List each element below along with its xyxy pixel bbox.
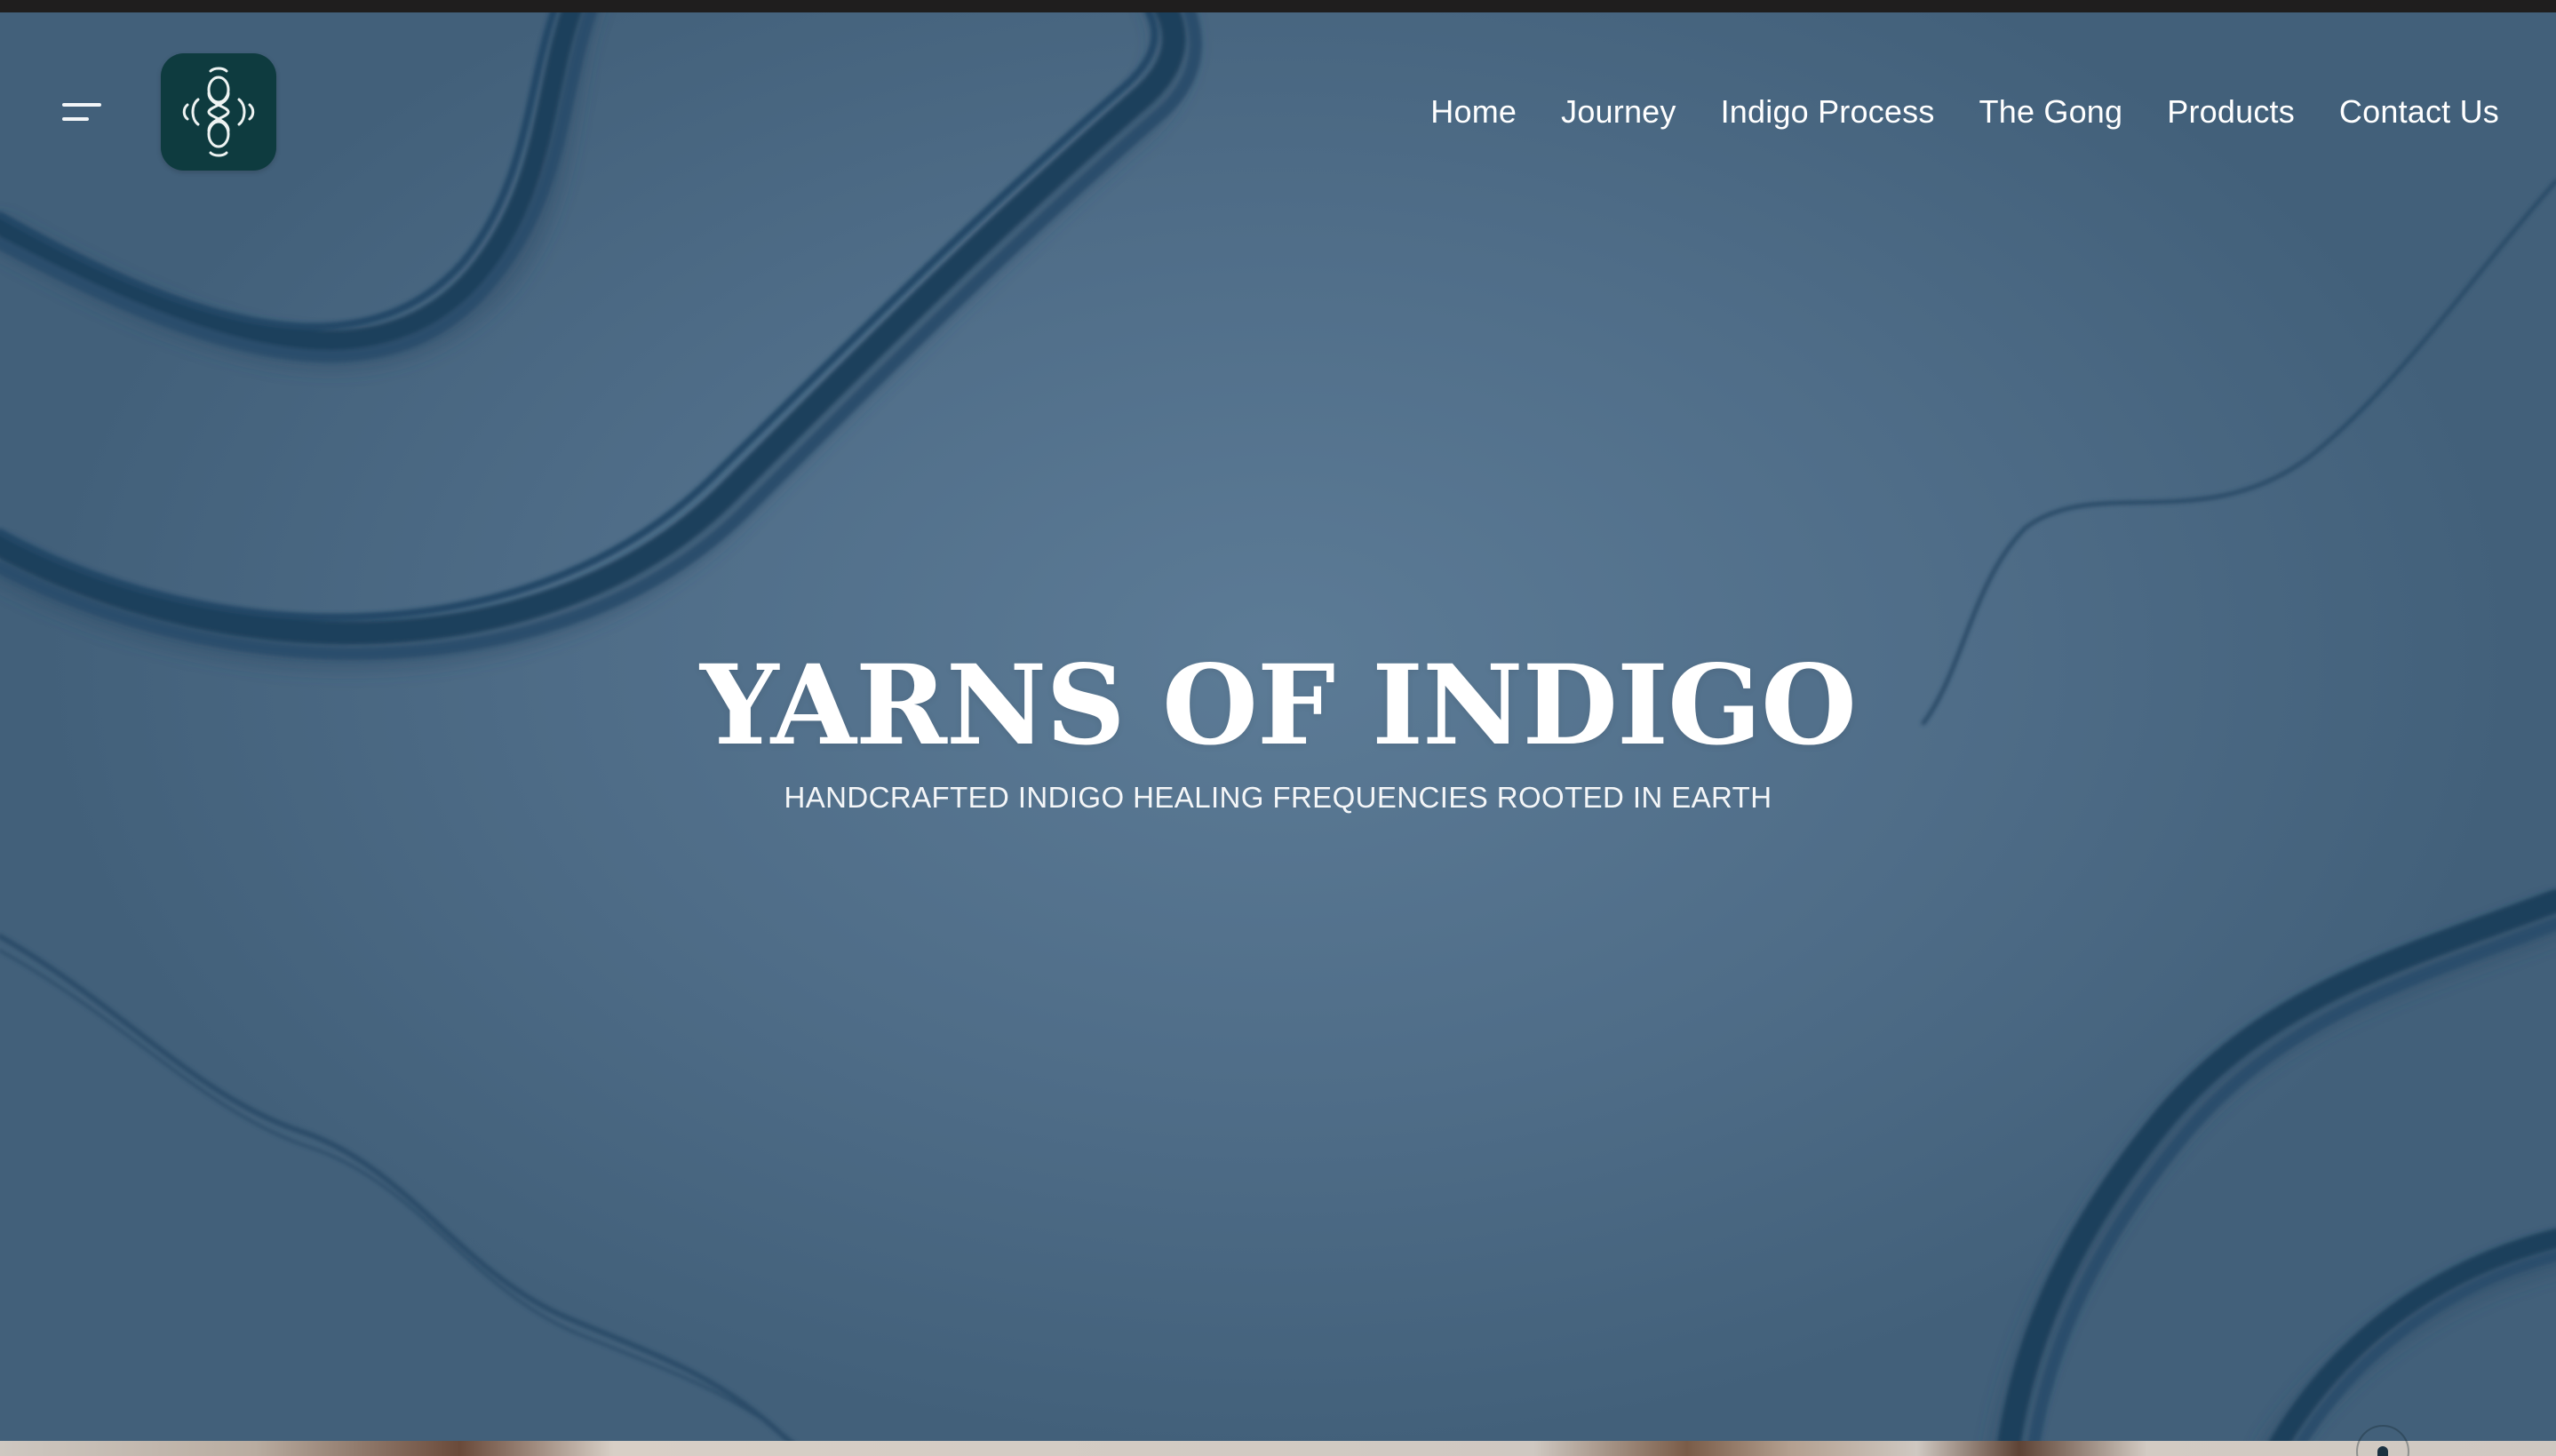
menu-bar-bottom <box>62 117 89 121</box>
scroll-dot <box>2377 1446 2388 1456</box>
hero-title: YARNS OF INDIGO <box>700 641 1857 770</box>
hamburger-menu-icon[interactable] <box>59 98 105 128</box>
page: Home Journey Indigo Process The Gong Pro… <box>0 0 2556 1456</box>
menu-bar-top <box>62 103 101 107</box>
logo-mark-icon <box>182 67 255 157</box>
nav-products[interactable]: Products <box>2167 87 2295 137</box>
nav-home[interactable]: Home <box>1430 87 1517 137</box>
hero-subtitle: HANDCRAFTED INDIGO HEALING FREQUENCIES R… <box>784 781 1772 814</box>
top-strip <box>0 0 2556 12</box>
nav-the-gong[interactable]: The Gong <box>1979 87 2123 137</box>
main-navigation: Home Journey Indigo Process The Gong Pro… <box>1430 87 2499 137</box>
hero-section: Home Journey Indigo Process The Gong Pro… <box>0 12 2556 1441</box>
infinity-knot-logo-icon[interactable] <box>161 53 276 171</box>
nav-contact-us[interactable]: Contact Us <box>2339 87 2499 137</box>
nav-indigo-process[interactable]: Indigo Process <box>1721 87 1935 137</box>
next-section-preview <box>0 1441 2556 1456</box>
nav-journey[interactable]: Journey <box>1561 87 1676 137</box>
